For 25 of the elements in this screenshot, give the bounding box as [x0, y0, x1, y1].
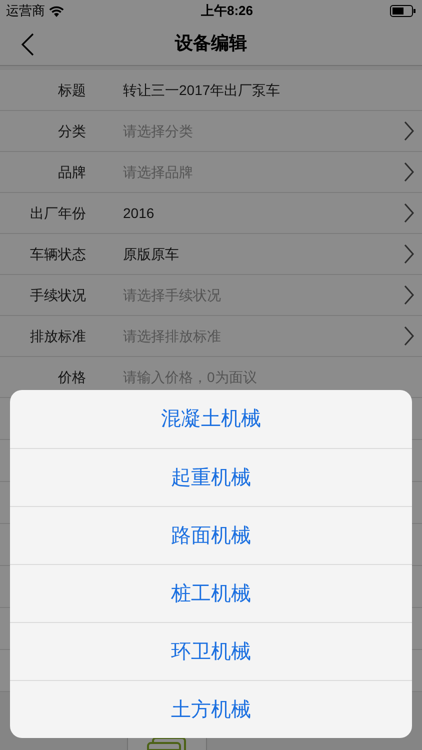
- sheet-option[interactable]: 土方机械: [10, 680, 412, 738]
- sheet-option[interactable]: 环卫机械: [10, 622, 412, 680]
- field-label: 车辆状态: [29, 244, 86, 264]
- field-placeholder[interactable]: 请选择手续状况: [123, 284, 404, 306]
- sheet-option[interactable]: 路面机械: [10, 506, 412, 564]
- field-placeholder[interactable]: 请选择排放标准: [123, 326, 404, 346]
- field-label: 价格: [57, 368, 86, 386]
- carrier-label: 运营商: [6, 2, 45, 20]
- page-title: 设备编辑: [175, 32, 247, 55]
- sheet-option[interactable]: 桩工机械: [10, 564, 412, 622]
- field-label: 出厂年份: [29, 204, 86, 222]
- field-value[interactable]: 原版原车: [123, 244, 404, 264]
- status-time: 上午8:26: [200, 2, 254, 20]
- sheet-option[interactable]: 混凝土机械: [10, 390, 412, 448]
- field-placeholder[interactable]: 请选择品牌: [123, 162, 404, 182]
- field-label: 手续状况: [29, 286, 86, 304]
- field-label: 品牌: [57, 162, 86, 182]
- sheet-option[interactable]: 起重机械: [10, 448, 412, 506]
- field-label: 标题: [57, 80, 86, 100]
- field-label: 排放标准: [29, 326, 86, 346]
- field-placeholder[interactable]: 请选择分类: [123, 120, 404, 142]
- field-label: 分类: [57, 122, 86, 140]
- field-value[interactable]: 2016: [123, 202, 404, 224]
- field-placeholder[interactable]: 请输入价格，0为面议: [123, 366, 414, 388]
- field-value[interactable]: 转让三一2017年出厂泵车: [123, 80, 414, 100]
